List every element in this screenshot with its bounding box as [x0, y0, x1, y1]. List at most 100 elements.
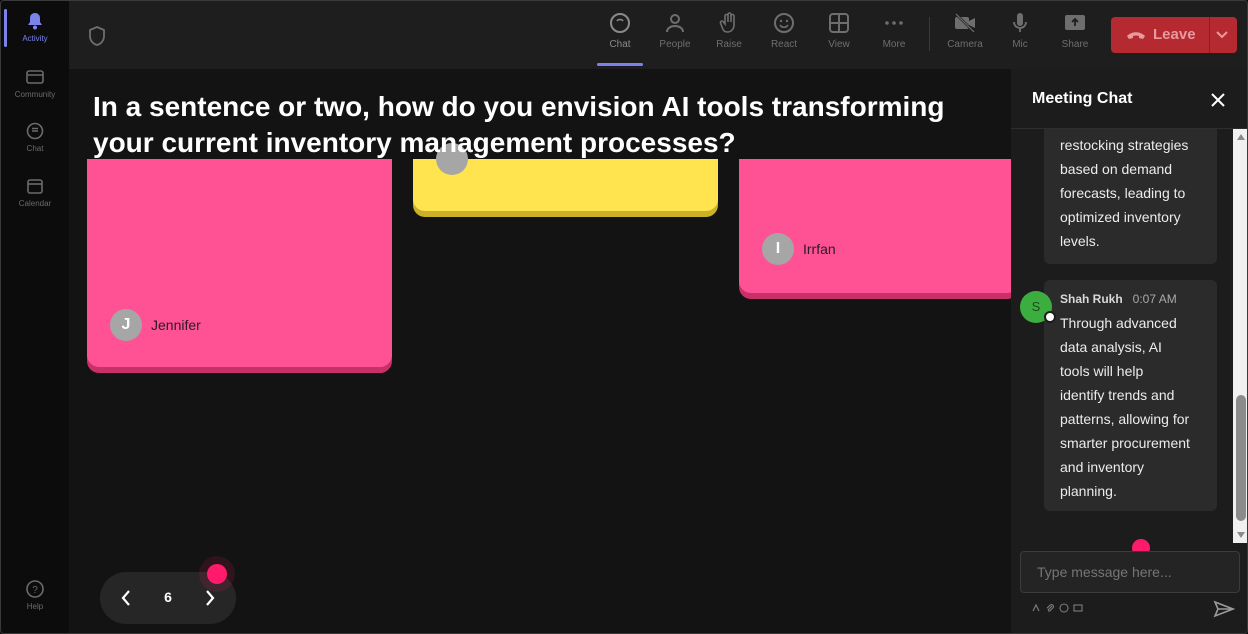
rail-item-label: Community: [14, 90, 56, 99]
chat-message: restocking strategies based on demand fo…: [1044, 129, 1217, 264]
active-tab-indicator: [597, 63, 643, 66]
toolbar-chat-button[interactable]: Chat: [593, 11, 647, 50]
bell-icon: [28, 13, 42, 30]
close-icon[interactable]: [1209, 91, 1227, 109]
sticky-note[interactable]: I Irrfan: [739, 159, 1011, 293]
rail-item-label: Help: [26, 602, 44, 611]
rail-item-calendar[interactable]: Calendar: [1, 176, 69, 208]
toolbar-button-label: Camera: [947, 39, 983, 50]
leave-button[interactable]: Leave: [1111, 17, 1237, 53]
chevron-down-icon[interactable]: [1215, 29, 1229, 41]
format-icon[interactable]: [1031, 603, 1041, 613]
message-line: levels.: [1060, 233, 1100, 249]
rail-item-label: Calendar: [18, 199, 52, 208]
meeting-toolbar: Chat People Raise React View More Camera: [69, 1, 1247, 69]
whiteboard-stage: J Jennifer I Irrfan In a sentence or two…: [69, 69, 1011, 633]
rail-item-chat[interactable]: Chat: [1, 121, 69, 153]
svg-text:?: ?: [32, 585, 38, 596]
leave-divider: [1209, 17, 1210, 53]
pointer-indicator: [207, 564, 227, 584]
message-header: Shah Rukh 0:07 AM: [1060, 290, 1205, 307]
toolbar-mic-button[interactable]: Mic: [993, 11, 1047, 50]
chat-icon: [610, 13, 630, 33]
app-window: Activity Community Chat Calendar ? Help …: [0, 0, 1248, 634]
message-line: based on demand: [1060, 161, 1173, 177]
more-icon: [885, 21, 903, 25]
question-title: In a sentence or two, how do you envisio…: [93, 91, 945, 158]
help-icon: ?: [26, 580, 44, 598]
shield-icon[interactable]: [87, 25, 107, 47]
leave-label: Leave: [1153, 26, 1196, 43]
toolbar-button-label: React: [770, 39, 798, 50]
note-author: Jennifer: [151, 317, 201, 333]
rail-item-help[interactable]: ? Help: [1, 579, 69, 611]
rail-item-label: Activity: [22, 34, 48, 43]
message-line: forecasts, leading to: [1060, 185, 1186, 201]
send-icon[interactable]: [1213, 600, 1235, 618]
chat-title: Meeting Chat: [1032, 90, 1133, 107]
chevron-right-icon[interactable]: [202, 588, 218, 608]
chat-scrollbar[interactable]: [1233, 129, 1247, 543]
toolbar-button-label: People: [659, 39, 691, 50]
scroll-up-arrow[interactable]: [1237, 134, 1245, 140]
rail-item-label: Chat: [26, 144, 44, 153]
toolbar-react-button[interactable]: React: [757, 11, 811, 50]
message-input[interactable]: [1020, 551, 1240, 593]
page-number: 6: [164, 589, 172, 605]
toolbar-button-label: View: [828, 39, 850, 50]
toolbar-view-button[interactable]: View: [812, 11, 866, 50]
toolbar-button-label: Mic: [1012, 39, 1028, 50]
chevron-left-icon[interactable]: [118, 588, 134, 608]
chat-message: Shah Rukh 0:07 AM Through advanced data a…: [1044, 280, 1217, 511]
emoji-icon[interactable]: [1059, 603, 1069, 613]
rail-item-community[interactable]: Community: [1, 67, 69, 99]
toolbar-more-button[interactable]: More: [867, 11, 921, 50]
scroll-thumb[interactable]: [1236, 395, 1246, 521]
camera-off-icon: [955, 13, 975, 33]
toolbar-button-label: Raise: [716, 39, 742, 50]
sticky-note[interactable]: J Jennifer: [87, 159, 392, 367]
message-line: Through advanced: [1060, 315, 1177, 331]
grid-icon: [829, 13, 849, 33]
hand-icon: [719, 12, 735, 33]
toolbar-button-label: Chat: [609, 39, 631, 50]
message-line: and inventory: [1060, 459, 1145, 475]
message-list: restocking strategies based on demand fo…: [1011, 129, 1233, 543]
calendar-icon: [27, 179, 43, 194]
message-time: 0:07 AM: [1132, 292, 1177, 306]
share-icon: [1065, 15, 1085, 30]
chat-icon: [26, 122, 44, 140]
message-line: restocking strategies: [1060, 137, 1189, 153]
mic-icon: [1013, 13, 1027, 32]
message-line: optimized inventory: [1060, 209, 1181, 225]
avatar: J: [110, 309, 142, 341]
toolbar-raise-button[interactable]: Raise: [702, 11, 756, 50]
toolbar-divider: [929, 17, 930, 51]
message-line: identify trends and: [1060, 387, 1175, 403]
hang-up-icon: [1127, 32, 1145, 39]
rail-item-activity[interactable]: Activity: [1, 11, 69, 43]
toolbar-share-button[interactable]: Share: [1048, 11, 1102, 50]
presence-dot: [1044, 311, 1056, 323]
message-sender: Shah Rukh: [1060, 292, 1123, 306]
toolbar-people-button[interactable]: People: [648, 11, 702, 50]
attach-icon[interactable]: [1045, 603, 1055, 613]
message-line: patterns, allowing for: [1060, 411, 1190, 427]
sticky-note[interactable]: [413, 143, 718, 211]
meeting-chat-panel: Meeting Chat restocking strategies based…: [1011, 69, 1247, 633]
message-line: data analysis, AI: [1060, 339, 1162, 355]
toolbar-button-label: Share: [1061, 39, 1089, 50]
gif-icon[interactable]: [1073, 603, 1083, 613]
message-line: tools will help: [1060, 363, 1144, 379]
note-author: Irrfan: [803, 241, 836, 257]
avatar: I: [762, 233, 794, 265]
toolbar-camera-button[interactable]: Camera: [938, 11, 992, 50]
scroll-down-arrow[interactable]: [1237, 532, 1245, 538]
smiley-icon: [774, 13, 794, 33]
message-line: planning.: [1060, 483, 1117, 499]
community-icon: [26, 70, 44, 84]
toolbar-button-label: More: [882, 39, 906, 50]
left-rail: Activity Community Chat Calendar ? Help: [1, 1, 69, 633]
message-line: smarter procurement: [1060, 435, 1190, 451]
people-icon: [666, 14, 684, 33]
